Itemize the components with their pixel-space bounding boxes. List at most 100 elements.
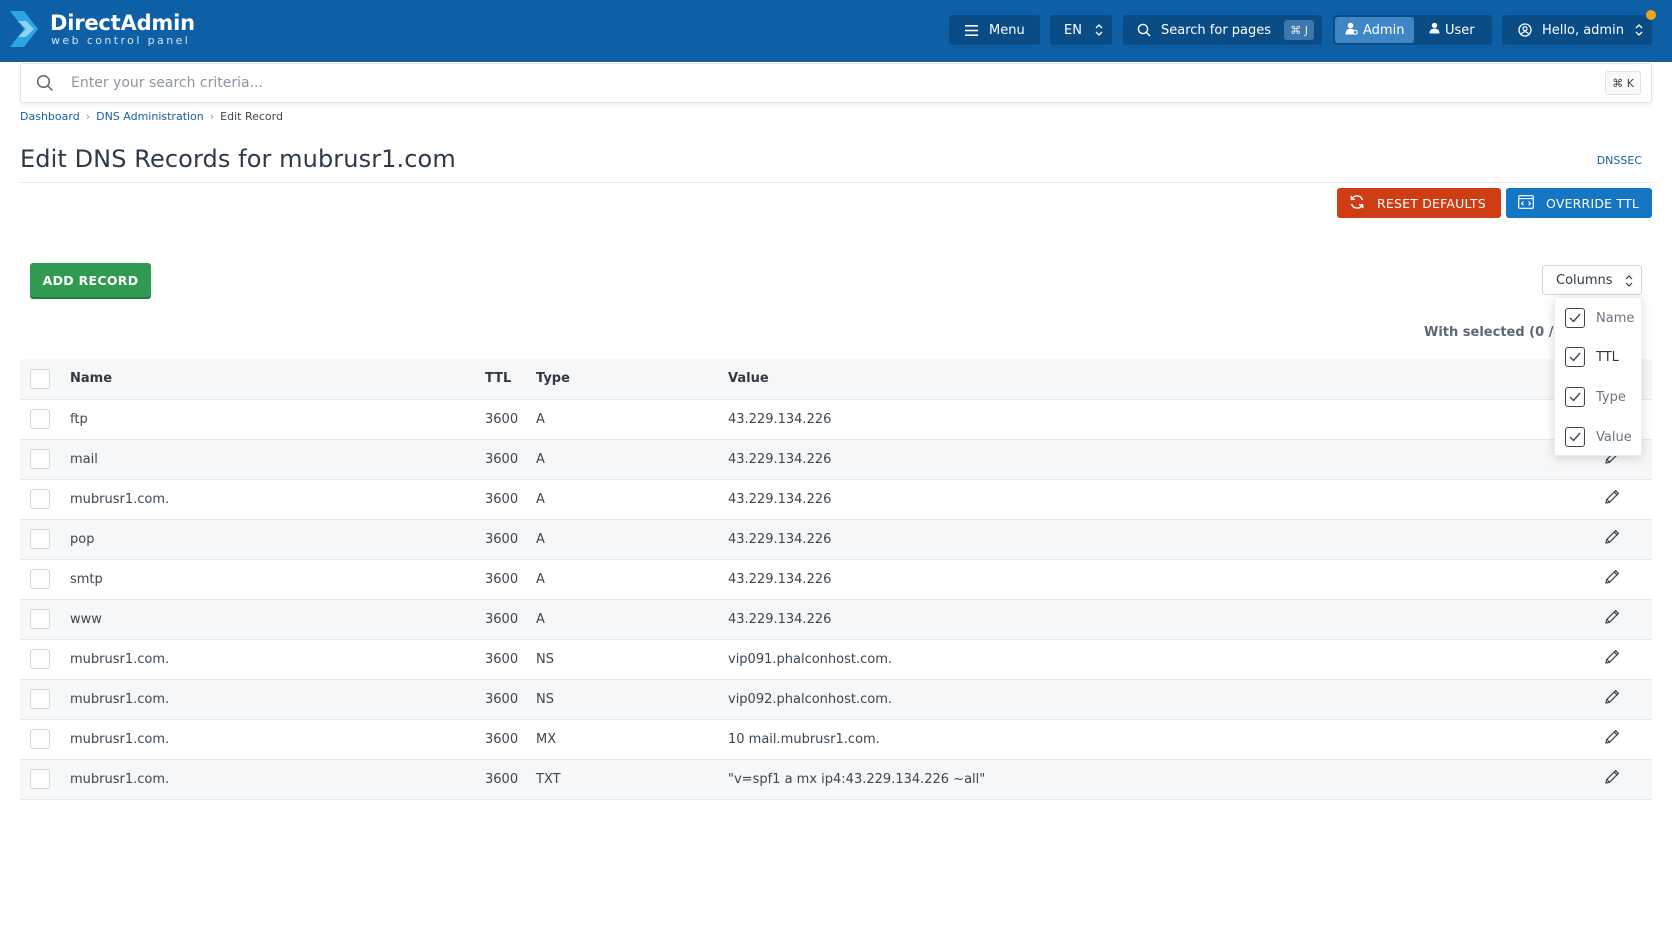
dnssec-link[interactable]: DNSSEC: [1597, 154, 1642, 167]
column-header-name[interactable]: Name: [70, 359, 485, 400]
record-type: NS: [536, 679, 728, 720]
row-checkbox[interactable]: [30, 729, 50, 749]
record-value: 43.229.134.226: [728, 399, 1602, 440]
search-icon: [1137, 23, 1151, 37]
row-checkbox[interactable]: [30, 529, 50, 549]
search-pages-button[interactable]: Search for pages ⌘ J: [1123, 15, 1322, 45]
table-row[interactable]: mubrusr1.com. 3600 MX 10 mail.mubrusr1.com.: [20, 719, 1652, 760]
breadcrumb-dashboard[interactable]: Dashboard: [20, 110, 80, 123]
columns-select[interactable]: Columns: [1542, 265, 1642, 295]
row-checkbox[interactable]: [30, 689, 50, 709]
record-ttl: 3600: [485, 719, 536, 760]
table-row[interactable]: mail 3600 A 43.229.134.226: [20, 439, 1652, 480]
table-row[interactable]: www 3600 A 43.229.134.226: [20, 599, 1652, 640]
table-row[interactable]: mubrusr1.com. 3600 A 43.229.134.226: [20, 479, 1652, 520]
role-user-toggle[interactable]: User: [1421, 17, 1489, 43]
column-toggle-type[interactable]: Type: [1565, 386, 1626, 408]
add-record-button[interactable]: ADD RECORD: [30, 263, 151, 297]
edit-pencil-icon[interactable]: [1602, 487, 1622, 511]
record-name: smtp: [70, 559, 485, 600]
refresh-icon: [1349, 194, 1365, 213]
record-value: vip092.phalconhost.com.: [728, 679, 1602, 720]
updown-caret-icon: [1635, 23, 1643, 41]
edit-pencil-icon[interactable]: [1602, 567, 1622, 591]
menu-button[interactable]: Menu: [949, 15, 1040, 45]
row-checkbox[interactable]: [30, 409, 50, 429]
row-checkbox[interactable]: [30, 649, 50, 669]
record-type: A: [536, 479, 728, 520]
record-name: mubrusr1.com.: [70, 719, 485, 760]
column-header-type[interactable]: Type: [536, 359, 728, 400]
table-header-row: Name TTL Type Value: [20, 359, 1652, 400]
record-ttl: 3600: [485, 479, 536, 520]
column-toggle-ttl[interactable]: TTL: [1565, 346, 1619, 368]
brand-logo[interactable]: DirectAdmin web control panel: [8, 9, 195, 49]
search-icon: [36, 74, 54, 96]
brand-title: DirectAdmin: [50, 11, 195, 35]
checkbox-checked-icon: [1565, 308, 1585, 328]
record-type: A: [536, 559, 728, 600]
column-header-value[interactable]: Value: [728, 359, 1602, 400]
edit-pencil-icon[interactable]: [1602, 527, 1622, 551]
reset-defaults-button[interactable]: RESET DEFAULTS: [1337, 188, 1501, 218]
table-row[interactable]: pop 3600 A 43.229.134.226: [20, 519, 1652, 560]
edit-pencil-icon[interactable]: [1602, 687, 1622, 711]
record-ttl: 3600: [485, 599, 536, 640]
account-menu-button[interactable]: Hello, admin: [1502, 15, 1652, 45]
record-name: mubrusr1.com.: [70, 639, 485, 680]
record-ttl: 3600: [485, 439, 536, 480]
row-checkbox[interactable]: [30, 489, 50, 509]
page-title: Edit DNS Records for mubrusr1.com: [20, 145, 456, 173]
edit-pencil-icon[interactable]: [1602, 647, 1622, 671]
record-type: TXT: [536, 759, 728, 800]
record-value: 43.229.134.226: [728, 479, 1602, 520]
edit-pencil-icon[interactable]: [1602, 607, 1622, 631]
reset-defaults-label: RESET DEFAULTS: [1377, 195, 1486, 211]
edit-pencil-icon[interactable]: [1602, 767, 1622, 791]
row-checkbox[interactable]: [30, 449, 50, 469]
record-value: vip091.phalconhost.com.: [728, 639, 1602, 680]
table-row[interactable]: mubrusr1.com. 3600 NS vip091.phalconhost.co…: [20, 639, 1652, 680]
column-toggle-label: TTL: [1596, 349, 1619, 365]
record-type: MX: [536, 719, 728, 760]
breadcrumb: Dashboard › DNS Administration › Edit Re…: [20, 110, 283, 123]
row-checkbox[interactable]: [30, 569, 50, 589]
role-user-label: User: [1445, 22, 1475, 38]
menu-label: Menu: [989, 22, 1025, 38]
row-checkbox[interactable]: [30, 609, 50, 629]
chevron-right-icon: ›: [85, 110, 91, 123]
notification-dot[interactable]: [1646, 10, 1656, 20]
record-type: A: [536, 599, 728, 640]
select-all-checkbox[interactable]: [30, 368, 50, 389]
record-type: A: [536, 439, 728, 480]
table-row[interactable]: smtp 3600 A 43.229.134.226: [20, 559, 1652, 600]
override-ttl-button[interactable]: OVERRIDE TTL: [1506, 188, 1652, 218]
record-value: 43.229.134.226: [728, 559, 1602, 600]
brand-subtitle: web control panel: [51, 34, 191, 47]
record-name: ftp: [70, 399, 485, 440]
breadcrumb-dns-administration[interactable]: DNS Administration: [96, 110, 204, 123]
column-header-ttl[interactable]: TTL: [485, 359, 536, 400]
column-toggle-value[interactable]: Value: [1565, 426, 1632, 448]
checkbox-checked-icon: [1565, 387, 1585, 407]
record-value: 43.229.134.226: [728, 599, 1602, 640]
role-admin-label: Admin: [1363, 22, 1405, 38]
column-toggle-name[interactable]: Name: [1565, 307, 1634, 329]
role-admin-toggle[interactable]: Admin: [1335, 17, 1414, 43]
language-select[interactable]: EN: [1050, 15, 1112, 45]
table-row[interactable]: ftp 3600 A 43.229.134.226: [20, 399, 1652, 440]
user-icon: [1429, 22, 1440, 38]
record-name: mail: [70, 439, 485, 480]
edit-pencil-icon[interactable]: [1602, 727, 1622, 751]
dns-records-table: Name TTL Type Value ftp 3600 A 43.229.134.2…: [20, 359, 1652, 800]
row-checkbox[interactable]: [30, 769, 50, 789]
table-row[interactable]: mubrusr1.com. 3600 TXT "v=spf1 a mx ip4:43.…: [20, 759, 1652, 800]
record-ttl: 3600: [485, 399, 536, 440]
search-input[interactable]: [71, 72, 1521, 94]
record-value: 43.229.134.226: [728, 439, 1602, 480]
role-switcher: Admin User: [1333, 15, 1492, 45]
table-row[interactable]: mubrusr1.com. 3600 NS vip092.phalconhost.co…: [20, 679, 1652, 720]
override-ttl-label: OVERRIDE TTL: [1546, 195, 1640, 211]
record-name: www: [70, 599, 485, 640]
user-circle-icon: [1518, 23, 1532, 37]
